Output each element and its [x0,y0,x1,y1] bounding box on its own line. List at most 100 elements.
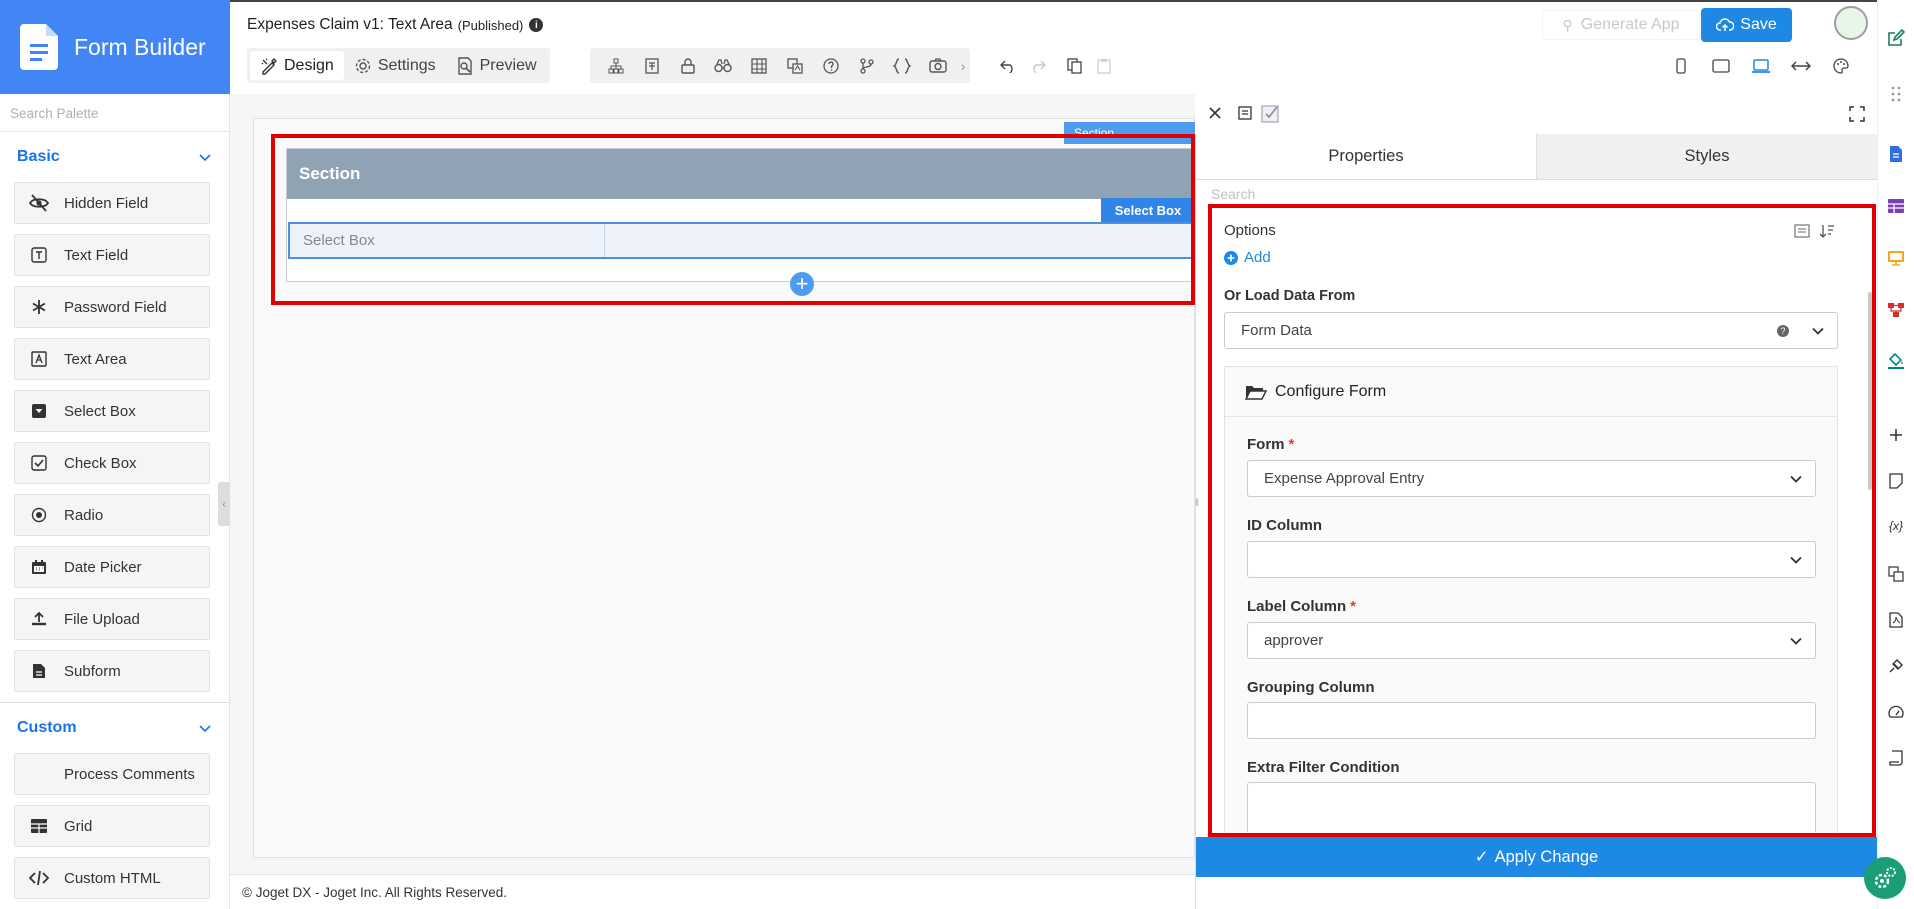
palette-item-grid[interactable]: Grid [14,805,210,847]
user-avatar[interactable] [1834,6,1868,40]
palette-item-label: Date Picker [64,558,142,576]
palette-item-text-area[interactable]: Text Area [14,338,210,380]
palette-item-check-box[interactable]: Check Box [14,442,210,484]
binoculars-icon[interactable] [705,48,741,83]
checkbox-icon [28,452,50,474]
datalist-builder-icon[interactable] [1886,196,1906,216]
palette-item-label: Password Field [64,298,167,316]
palette-item-date-picker[interactable]: Date Picker [14,546,210,588]
tree-icon[interactable] [598,48,634,83]
design-tools-icon [261,57,277,75]
palette-item-text-field[interactable]: Text Field [14,234,210,276]
userview-builder-icon[interactable] [1886,248,1906,268]
tab-styles[interactable]: Styles [1536,134,1877,179]
chevron-down-icon [199,725,211,733]
braces-icon[interactable] [885,48,921,83]
tab-settings[interactable]: Settings [344,51,446,80]
palette-item-file-upload[interactable]: File Upload [14,598,210,640]
palette-item-label: File Upload [64,610,140,628]
paste-icon[interactable] [1086,48,1122,83]
cloud-upload-icon [1716,18,1735,31]
checklist-icon[interactable] [1261,103,1281,123]
form-name: Expenses Claim v1: Text Area [247,16,453,33]
paint-bucket-icon[interactable] [1886,350,1906,370]
category-label: Custom [17,719,77,736]
apply-change-label: Apply Change [1494,847,1599,866]
settings-fab[interactable] [1864,857,1906,899]
translate-icon[interactable] [1886,564,1906,584]
tab-preview[interactable]: Preview [446,51,547,80]
camera-icon[interactable] [920,48,956,83]
palette-theme-icon[interactable] [1821,48,1861,83]
field-id-icon[interactable] [634,48,670,83]
palette-item-select-box[interactable]: Select Box [14,390,210,432]
help-icon[interactable] [813,48,849,83]
redo-icon[interactable] [1020,48,1056,83]
palette-item-radio[interactable]: Radio [14,494,210,536]
phone-icon[interactable] [1661,48,1701,83]
lock-icon[interactable] [670,48,706,83]
drag-handle-icon[interactable] [1886,84,1906,104]
app-title: Form Builder [74,33,206,60]
history-toolbar [990,48,1122,83]
tab-design[interactable]: Design [250,51,344,80]
palette-item-password-field[interactable]: Password Field [14,286,210,328]
process-builder-icon[interactable] [1886,300,1906,320]
apply-change-button[interactable]: ✓ Apply Change [1196,837,1877,877]
palette-item-label: Subform [64,662,121,680]
laptop-icon[interactable] [1741,48,1781,83]
tab-label: Design [284,56,334,74]
gears-icon [1874,867,1896,889]
palette-item-hidden-field[interactable]: Hidden Field [14,182,210,224]
generate-app-button[interactable]: ⚲ Generate App [1542,10,1700,40]
save-button[interactable]: Save [1701,8,1792,42]
form-doc-icon [20,24,58,70]
panel-toolbar [1195,94,1877,134]
gauge-icon[interactable] [1886,702,1906,722]
properties-view-icon[interactable] [1237,105,1253,121]
palette-item-label: Text Field [64,246,129,264]
fullscreen-icon[interactable] [1849,106,1865,122]
properties-search-input[interactable]: Search [1211,186,1255,202]
palette-item-label: Grid [64,817,93,835]
right-rail [1877,0,1914,909]
branch-icon[interactable] [849,48,885,83]
check-icon: ✓ [1474,848,1489,866]
note-icon[interactable] [1886,471,1906,491]
select-box-icon [28,400,50,422]
palette-item-process-comments[interactable]: Process Comments [14,753,210,795]
edit-icon[interactable] [1886,28,1906,48]
form-builder-icon[interactable] [1886,144,1906,164]
palette-collapse-handle[interactable]: ‹ [218,482,230,526]
palette-item-custom-html[interactable]: Custom HTML [14,857,210,899]
blank-icon [28,763,50,785]
brand-header[interactable]: Form Builder [0,0,230,94]
grid-icon [28,815,50,837]
lightbulb-icon: ⚲ [1562,16,1573,33]
plus-icon[interactable] [1886,425,1906,445]
table-icon[interactable] [741,48,777,83]
tab-properties[interactable]: Properties [1196,134,1536,179]
palette-category-custom[interactable]: Custom [0,703,229,753]
palette-item-label: Custom HTML [64,869,161,887]
panel-tabs: Properties Styles [1196,134,1877,180]
upload-icon [28,608,50,630]
preview-icon [457,56,472,75]
plugin-icon[interactable] [1886,656,1906,676]
tablet-icon[interactable] [1701,48,1741,83]
chevron-right-icon[interactable]: › [956,48,970,83]
palette-category-basic[interactable]: Basic [0,132,229,182]
variable-icon[interactable]: {x} [1886,516,1906,536]
eye-slash-icon [28,192,50,214]
expand-width-icon[interactable] [1781,48,1821,83]
panel-resize-handle[interactable]: ‖ [1195,498,1203,510]
translate-icon[interactable] [777,48,813,83]
palette-item-subform[interactable]: Subform [14,650,210,692]
scroll-icon[interactable] [1886,748,1906,768]
info-icon[interactable]: i [529,18,544,32]
tab-label: Settings [377,56,436,74]
palette-search-input[interactable]: Search Palette [0,94,229,132]
pdf-icon[interactable] [1886,610,1906,630]
top-border [0,0,1914,2]
close-icon[interactable] [1208,106,1222,120]
